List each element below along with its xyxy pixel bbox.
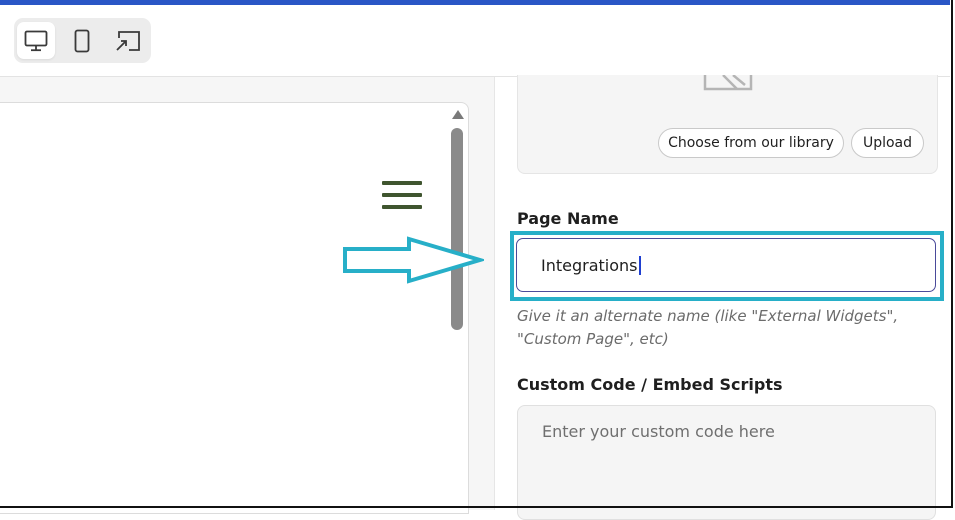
desktop-view-button[interactable]: [17, 22, 55, 59]
page-name-value: Integrations: [541, 255, 638, 275]
arrow-right-icon: [342, 236, 488, 288]
expand-window-icon: [115, 30, 141, 52]
phone-icon: [74, 29, 90, 53]
text-caret: [638, 255, 641, 275]
custom-code-label: Custom Code / Embed Scripts: [517, 375, 783, 394]
editor-toolbar: [0, 5, 950, 77]
settings-panel: Choose from our library Upload Page Name…: [494, 74, 951, 520]
page-preview: [0, 102, 469, 514]
custom-code-textarea[interactable]: Enter your custom code here: [517, 405, 936, 520]
preview-scrollbar[interactable]: [450, 108, 465, 510]
mobile-view-button[interactable]: [63, 22, 101, 59]
monitor-icon: [24, 30, 48, 52]
image-placeholder-icon: [703, 74, 753, 99]
image-upload-box: Choose from our library Upload: [517, 74, 938, 174]
upload-button[interactable]: Upload: [851, 128, 924, 158]
fullscreen-view-button[interactable]: [109, 22, 147, 59]
choose-library-button[interactable]: Choose from our library: [658, 128, 844, 158]
scroll-up-arrow-icon[interactable]: [452, 110, 464, 119]
scroll-thumb[interactable]: [451, 128, 463, 330]
page-name-helper: Give it an alternate name (like "Externa…: [517, 307, 899, 348]
device-switcher: [14, 18, 151, 63]
preview-area: [0, 77, 494, 514]
hamburger-menu-icon[interactable]: [382, 178, 422, 212]
page-name-label: Page Name: [517, 209, 619, 228]
page-name-input[interactable]: Integrations: [516, 238, 936, 292]
custom-code-placeholder: Enter your custom code here: [542, 422, 775, 441]
